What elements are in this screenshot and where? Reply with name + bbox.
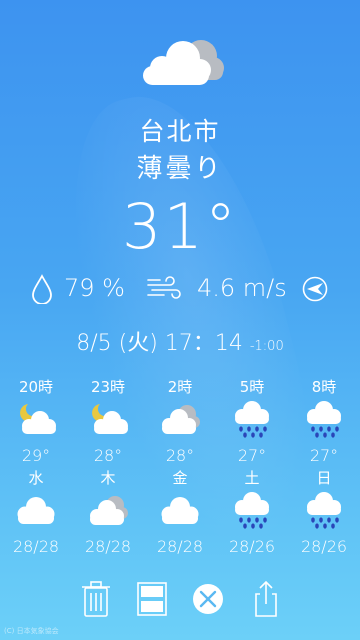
toolbar — [0, 578, 360, 628]
cloudy-icon — [143, 40, 224, 85]
cloudy-icon — [162, 405, 200, 434]
hour-temp: 27° — [237, 446, 267, 465]
hour-label: 8時 — [311, 378, 337, 396]
rain-icon — [235, 401, 269, 438]
day-temp: 28/26 — [228, 537, 276, 556]
hour-label: 23時 — [90, 378, 126, 396]
rain-icon — [235, 492, 269, 529]
daily-item: 木 28/28 — [72, 467, 144, 556]
cloud-icon — [161, 497, 199, 524]
trash-icon[interactable] — [78, 578, 114, 620]
cloud-icon — [17, 497, 55, 524]
day-label: 水 — [28, 469, 44, 487]
time-offset: -1:00 — [249, 339, 284, 354]
daily-item: 金 28/28 — [144, 467, 216, 556]
night-partly-cloudy-icon — [20, 404, 56, 434]
hourly-item: 5時 27° — [216, 376, 288, 465]
humidity-drop-icon — [32, 274, 52, 304]
share-icon[interactable] — [248, 578, 284, 620]
datetime: 8/5 (火) 17：14 -1:00 — [0, 325, 360, 357]
day-temp: 28/26 — [300, 537, 348, 556]
day-label: 土 — [244, 469, 260, 487]
current-temperature: 31° — [122, 190, 238, 263]
day-label: 日 — [316, 469, 332, 487]
layout-split-icon[interactable] — [134, 578, 170, 620]
copyright-text: (C) 日本気象協会 — [4, 627, 59, 635]
hourly-item: 20時 29° — [0, 376, 72, 465]
wind-icon — [147, 276, 181, 299]
close-circle-icon[interactable] — [190, 578, 226, 620]
hour-temp: 28° — [165, 446, 195, 465]
hourly-forecast: 20時 29° 23時 28° 2時 28° 5時 27° 8時 27° — [0, 376, 360, 466]
daily-item: 土 28/26 — [216, 467, 288, 556]
hourly-item: 8時 27° — [288, 376, 360, 465]
rain-icon — [307, 492, 341, 529]
day-temp: 28/28 — [156, 537, 204, 556]
day-label: 木 — [100, 469, 116, 487]
hour-temp: 27° — [309, 446, 339, 465]
hour-label: 20時 — [18, 378, 54, 396]
hour-label: 2時 — [167, 378, 193, 396]
humidity-value: 79 % — [64, 274, 125, 302]
cloudy-icon — [90, 496, 128, 525]
day-temp: 28/28 — [12, 537, 60, 556]
hour-label: 5時 — [239, 378, 265, 396]
wind-direction-icon — [302, 276, 328, 302]
daily-item: 水 28/28 — [0, 467, 72, 556]
day-temp: 28/28 — [84, 537, 132, 556]
rain-icon — [307, 401, 341, 438]
day-label: 金 — [172, 469, 188, 487]
hourly-item: 23時 28° — [72, 376, 144, 465]
weather-condition: 薄曇り — [136, 154, 224, 184]
hourly-item: 2時 28° — [144, 376, 216, 465]
hour-temp: 29° — [21, 446, 51, 465]
daily-item: 日 28/26 — [288, 467, 360, 556]
night-partly-cloudy-icon — [92, 404, 128, 434]
hour-temp: 28° — [93, 446, 123, 465]
daily-forecast: 水 28/28 木 28/28 金 28/28 土 28/26 日 28/26 — [0, 467, 360, 557]
stats-row: 79 % 4.6 m/s — [28, 270, 338, 306]
city-name: 台北市 — [139, 117, 221, 146]
date-time-text: 8/5 (火) 17：14 — [76, 331, 243, 356]
wind-speed-value: 4.6 m/s — [197, 274, 287, 302]
